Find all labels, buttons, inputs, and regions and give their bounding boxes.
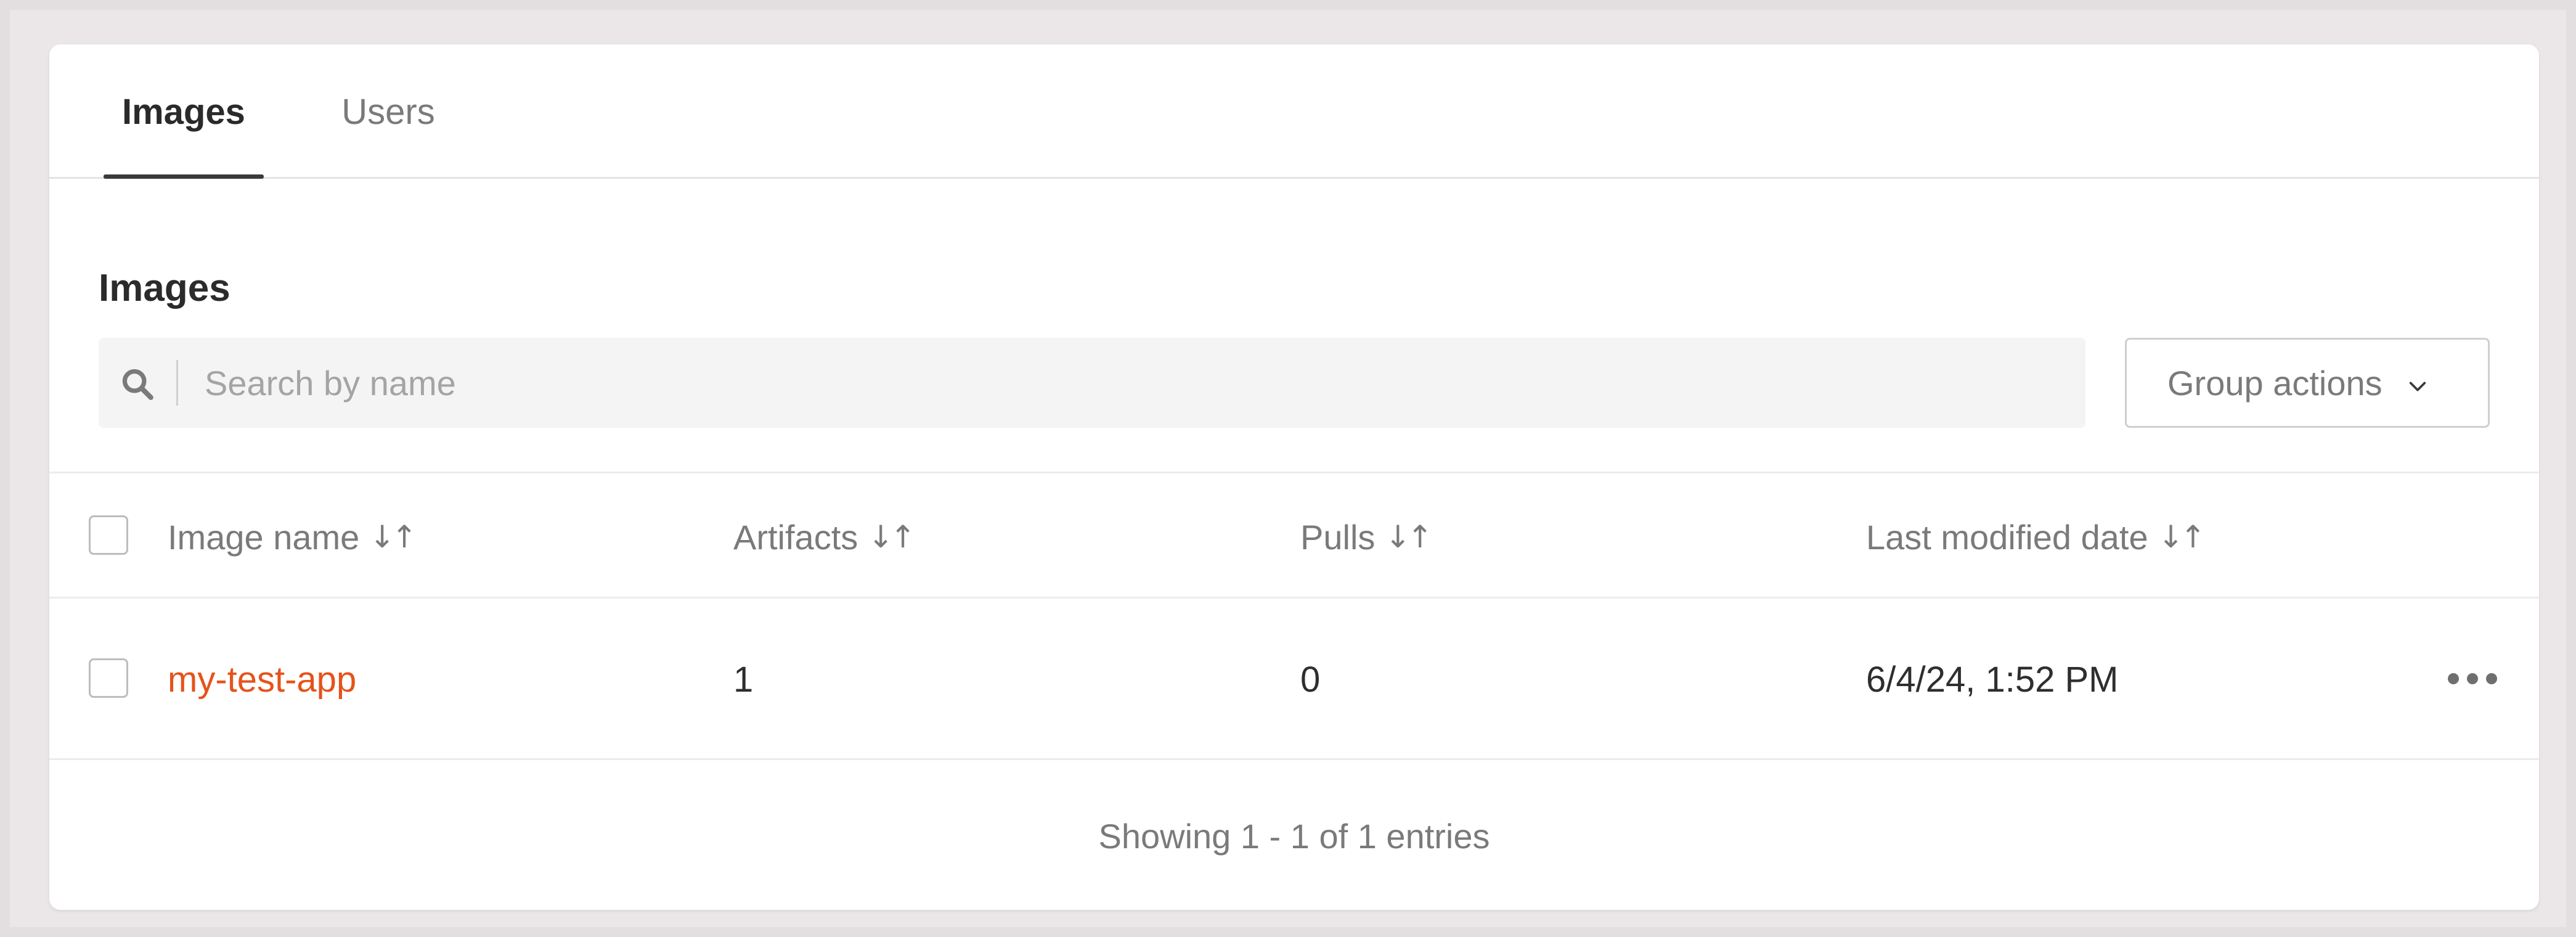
group-actions-label: Group actions <box>2167 363 2382 403</box>
tab-images[interactable]: Images <box>104 44 264 179</box>
column-header-last-modified-date[interactable]: Last modified date ↓↑ <box>1866 473 2206 600</box>
menu-dot <box>2448 673 2459 684</box>
column-header-artifacts[interactable]: Artifacts ↓↑ <box>733 473 916 600</box>
more-horizontal-icon[interactable] <box>2448 666 2497 691</box>
column-label: Last modified date <box>1866 517 2148 557</box>
pagination-summary: Showing 1 - 1 of 1 entries <box>1098 816 1490 856</box>
artifacts-count: 1 <box>733 659 754 700</box>
tab-users-label: Users <box>341 91 435 132</box>
column-header-image-name[interactable]: Image name ↓↑ <box>168 473 417 600</box>
sort-icon: ↓↑ <box>2158 519 2206 555</box>
row-checkbox[interactable] <box>89 658 128 698</box>
search-bar <box>99 338 2085 428</box>
search-icon <box>122 369 153 400</box>
pulls-count: 0 <box>1300 659 1321 700</box>
column-label: Pulls <box>1300 517 1376 557</box>
menu-dot <box>2467 673 2478 684</box>
table-row: my-test-app 1 0 6/4/24, 1:52 PM <box>49 599 2539 760</box>
sort-icon: ↓↑ <box>868 519 916 555</box>
table-header: Image name ↓↑ Artifacts ↓↑ Pulls ↓↑ Last… <box>49 472 2539 599</box>
image-name-link[interactable]: my-test-app <box>168 599 356 760</box>
select-all-checkbox[interactable] <box>89 515 128 555</box>
column-header-pulls[interactable]: Pulls ↓↑ <box>1300 473 1433 600</box>
column-label: Artifacts <box>733 517 858 557</box>
app-frame: Images Users Images Group actions <box>0 0 2576 937</box>
sort-icon: ↓↑ <box>369 519 417 555</box>
images-panel: Images Users Images Group actions <box>49 44 2539 910</box>
column-label: Image name <box>168 517 360 557</box>
menu-dot <box>2486 673 2497 684</box>
tab-users[interactable]: Users <box>314 44 462 179</box>
search-input[interactable] <box>203 338 2052 428</box>
active-tab-indicator <box>104 174 264 179</box>
group-actions-button[interactable]: Group actions <box>2125 338 2490 428</box>
sort-icon: ↓↑ <box>1385 519 1433 555</box>
tab-bar: Images Users <box>49 44 2539 179</box>
chevron-down-icon <box>2409 382 2426 391</box>
section-title: Images <box>99 267 230 309</box>
last-modified-date: 6/4/24, 1:52 PM <box>1866 659 2119 700</box>
search-divider <box>176 360 178 406</box>
tab-images-label: Images <box>122 91 245 132</box>
